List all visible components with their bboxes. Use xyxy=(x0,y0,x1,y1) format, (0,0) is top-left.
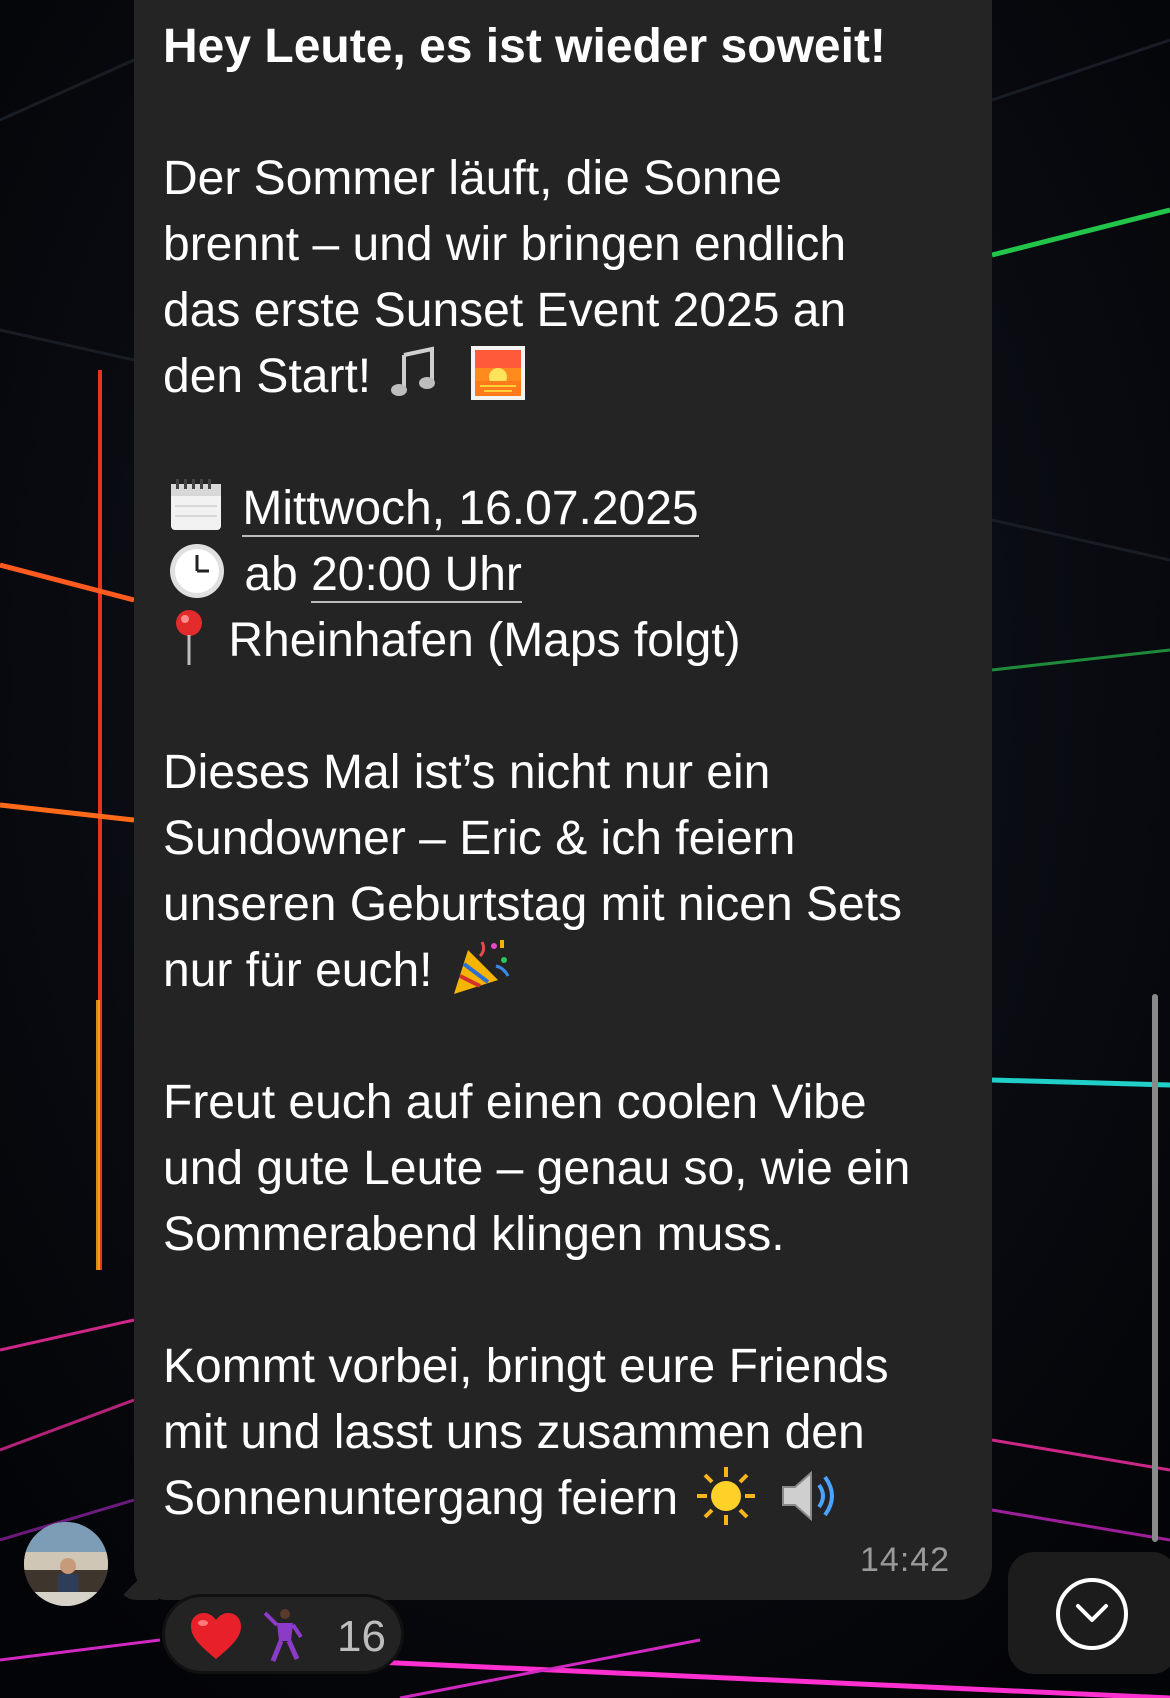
event-date-link[interactable]: Mittwoch, 16.07.2025 xyxy=(242,482,699,537)
event-location-line: Rheinhafen (Maps folgt) xyxy=(163,608,983,674)
message-line-with-emoji: Sonnenuntergang feiern xyxy=(163,1466,983,1532)
message-line: Sommerabend klingen muss. xyxy=(163,1208,785,1262)
message-line: Kommt vorbei, bringt eure Friends xyxy=(163,1340,889,1394)
chevron-down-icon xyxy=(1076,1604,1108,1622)
message-line: brennt – und wir bringen endlich xyxy=(163,218,847,271)
event-time-line: ab 20:00 Uhr xyxy=(163,542,983,608)
message-line: das erste Sunset Event 2025 an xyxy=(163,284,847,337)
message-headline: Hey Leute, es ist wieder soweit! xyxy=(163,20,886,73)
dancing-man-icon xyxy=(263,1609,303,1662)
event-time-link[interactable]: 20:00 Uhr xyxy=(311,548,522,603)
message-line: unseren Geburtstag mit nicen Sets xyxy=(163,878,903,931)
chevron-down-circle xyxy=(1056,1578,1128,1650)
speaker-icon xyxy=(781,1470,834,1521)
message-text: Hey Leute, es ist wieder soweit! Der Som… xyxy=(163,14,983,1533)
avatar-photo xyxy=(24,1522,108,1606)
message-line: Sundowner – Eric & ich feiern xyxy=(163,812,796,865)
message-line-with-emoji: nur für euch! xyxy=(163,938,983,1004)
chat-screen: Hey Leute, es ist wieder soweit! Der Som… xyxy=(0,0,1170,1698)
reactions-pill[interactable]: 16 xyxy=(162,1594,404,1674)
clock-icon xyxy=(170,544,224,599)
message-line-with-emoji: den Start! xyxy=(163,344,983,410)
message-line: Der Sommer läuft, die Sonne xyxy=(163,152,782,205)
message-line: und gute Leute – genau so, wie ein xyxy=(163,1142,911,1196)
reaction-count: 16 xyxy=(337,1612,386,1661)
pin-icon xyxy=(176,610,202,666)
message-line: Sonnenuntergang feiern xyxy=(163,1472,679,1526)
sunset-icon xyxy=(470,346,525,401)
avatar[interactable] xyxy=(24,1522,108,1606)
message-line: den Start! xyxy=(163,350,372,403)
message-line: nur für euch! xyxy=(163,944,433,997)
time-prefix: ab xyxy=(244,548,298,601)
message-line: mit und lasst uns zusammen den xyxy=(163,1406,865,1460)
music-notes-icon xyxy=(391,346,436,397)
event-location-text: Rheinhafen (Maps folgt) xyxy=(228,614,741,667)
message-line: Freut euch auf einen coolen Vibe xyxy=(163,1076,867,1130)
party-popper-icon xyxy=(453,940,510,995)
calendar-icon xyxy=(171,479,221,531)
event-date-line: Mittwoch, 16.07.2025 xyxy=(163,476,983,542)
red-heart-icon xyxy=(191,1613,241,1659)
message-line: Dieses Mal ist’s nicht nur ein xyxy=(163,746,771,799)
message-timestamp: 14:42 xyxy=(860,1541,951,1579)
scroll-to-bottom-button[interactable] xyxy=(1008,1552,1170,1674)
sun-icon xyxy=(697,1466,756,1525)
scrollbar[interactable] xyxy=(1152,994,1158,1542)
